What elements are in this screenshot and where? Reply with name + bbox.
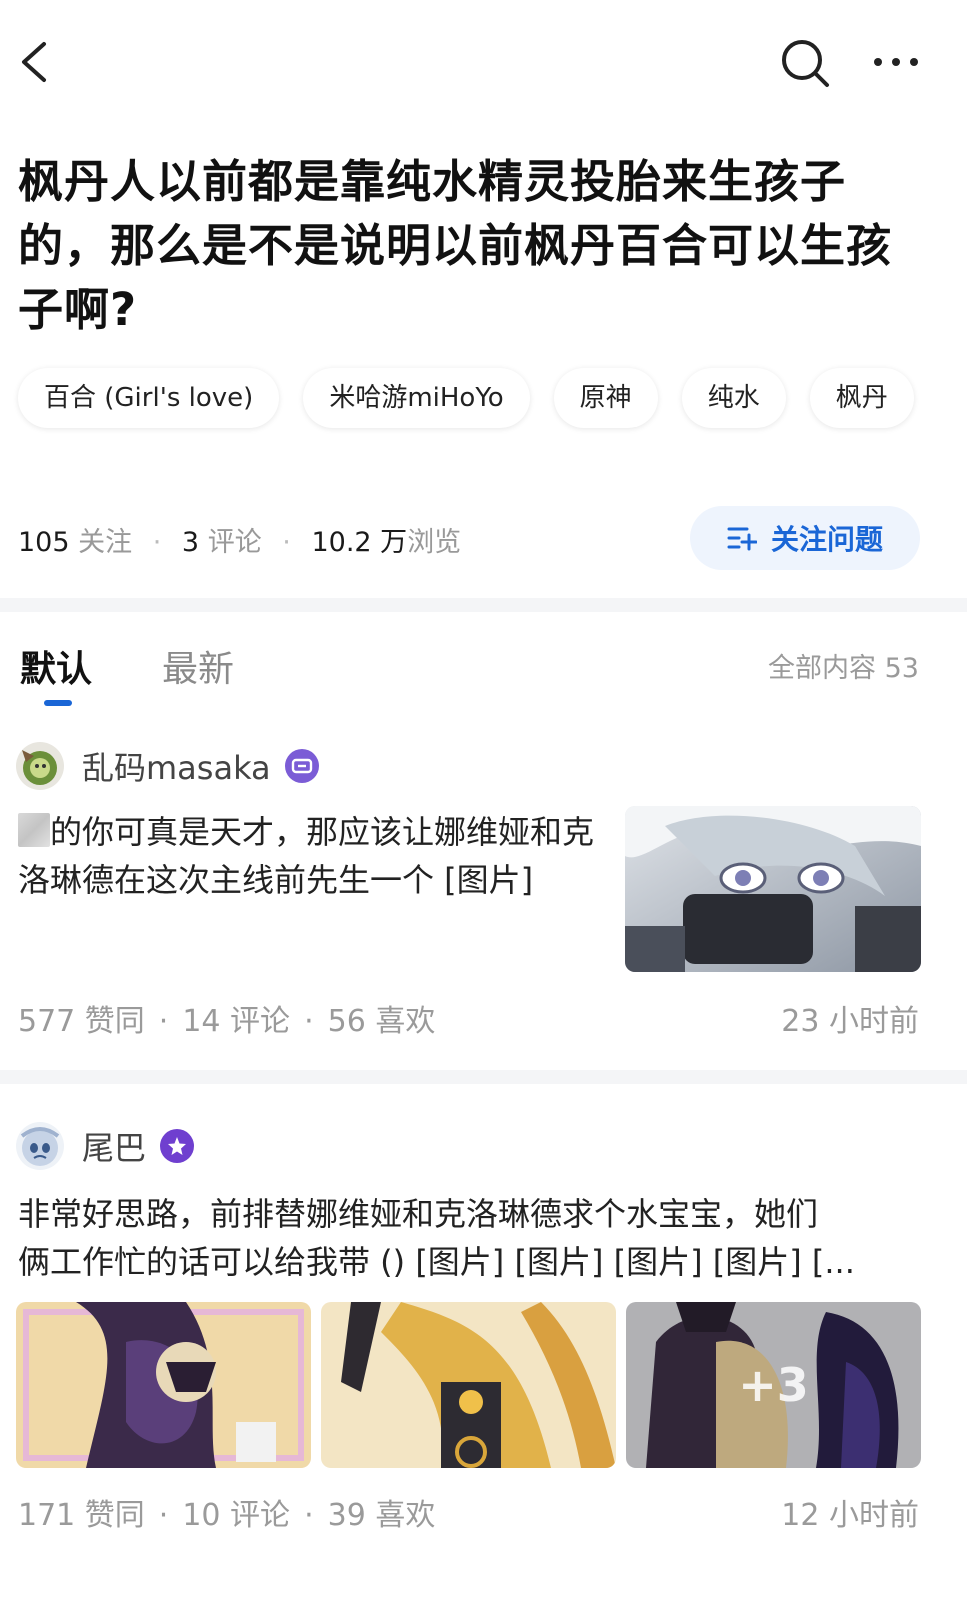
likes-count[interactable]: 171 赞同: [18, 1498, 145, 1533]
follow-question-label: 关注问题: [770, 523, 883, 556]
author-name[interactable]: 尾巴: [82, 1123, 146, 1169]
all-content-count[interactable]: 全部内容 53: [768, 646, 919, 685]
search-icon: [782, 40, 829, 87]
blurred-text: [18, 813, 50, 847]
answer-image-more[interactable]: +3: [626, 1302, 921, 1468]
question-stats: 105 关注 · 3 评论 · 10.2 万浏览: [18, 520, 461, 559]
avatar[interactable]: [16, 742, 64, 790]
answer-stats: 171 赞同 · 10 评论 · 39 喜欢: [18, 1490, 435, 1534]
follow-question-button[interactable]: 关注问题: [690, 506, 920, 570]
separator-dot: ·: [304, 1004, 314, 1039]
followers-label: 关注: [78, 527, 133, 558]
answer-text: 的你可真是天才，那应该让娜维娅和克洛琳德在这次主线前先生一个 [图片]: [18, 813, 595, 899]
comments-count: 3: [181, 527, 200, 558]
answer-time: 12 小时前: [781, 1498, 919, 1533]
tab-latest[interactable]: 最新: [162, 640, 234, 692]
separator-dot: ·: [158, 1004, 169, 1039]
topic-chip[interactable]: 原神: [553, 368, 658, 428]
search-button[interactable]: [778, 36, 832, 90]
more-button[interactable]: [870, 42, 922, 82]
answer-tabs: 默认 最新 全部内容 53: [0, 630, 967, 710]
views-count: 10.2 万: [311, 527, 408, 558]
add-list-icon: [727, 527, 757, 551]
answer-time: 23 小时前: [781, 1004, 919, 1039]
section-divider: [0, 598, 967, 612]
separator-dot: ·: [282, 527, 291, 558]
more-dots-icon: [874, 58, 918, 66]
views-label: 浏览: [407, 527, 462, 558]
favorites-count[interactable]: 56 喜欢: [328, 1004, 436, 1039]
comments-label: 评论: [207, 527, 262, 558]
answer-author[interactable]: 尾巴: [16, 1120, 195, 1172]
separator-dot: ·: [158, 1498, 169, 1533]
favorites-count[interactable]: 39 喜欢: [328, 1498, 436, 1533]
topic-chip[interactable]: 纯水: [681, 368, 786, 428]
answer-thumbnail[interactable]: [625, 806, 921, 972]
separator-dot: ·: [304, 1498, 314, 1533]
more-images-count: +3: [738, 1358, 809, 1412]
section-divider: [0, 1070, 967, 1084]
answer-stats: 577 赞同 · 14 评论 · 56 喜欢: [18, 996, 435, 1040]
avatar[interactable]: [16, 1122, 64, 1170]
answer-excerpt[interactable]: 的你可真是天才，那应该让娜维娅和克洛琳德在这次主线前先生一个 [图片]: [18, 808, 608, 904]
separator-dot: ·: [152, 527, 162, 558]
creator-badge-icon: [284, 749, 319, 783]
answer-image[interactable]: [16, 1302, 311, 1468]
topic-chip[interactable]: 米哈游miHoYo: [303, 368, 530, 428]
topic-list: 百合 (Girl's love) 米哈游miHoYo 原神 纯水 枫丹: [18, 368, 958, 430]
question-title: 枫丹人以前都是靠纯水精灵投胎来生孩子的，那么是不是说明以前枫丹百合可以生孩子啊?: [18, 155, 893, 336]
answer-excerpt[interactable]: 非常好思路，前排替娜维娅和克洛琳德求个水宝宝，她们 俩工作忙的话可以给我带 ()…: [18, 1190, 918, 1286]
answer-author[interactable]: 乱码masaka: [16, 740, 319, 792]
author-name[interactable]: 乱码masaka: [82, 743, 271, 789]
answer-text-line: 非常好思路，前排替娜维娅和克洛琳德求个水宝宝，她们: [18, 1195, 819, 1233]
topic-chip[interactable]: 百合 (Girl's love): [18, 368, 280, 428]
topic-chip[interactable]: 枫丹: [809, 368, 914, 428]
comments-count[interactable]: 10 评论: [182, 1498, 290, 1533]
answer-text-line: 俩工作忙的话可以给我带 () [图片] [图片] [图片] [图片] [...: [18, 1243, 855, 1281]
tab-default[interactable]: 默认: [20, 640, 92, 692]
chevron-left-icon: [22, 42, 46, 82]
back-button[interactable]: [14, 38, 58, 86]
answer-image[interactable]: [321, 1302, 616, 1468]
comments-count[interactable]: 14 评论: [182, 1004, 290, 1039]
top-bar: [0, 0, 967, 120]
star-badge-icon: [160, 1129, 195, 1163]
active-tab-indicator: [44, 700, 72, 706]
followers-count: 105: [18, 527, 70, 558]
likes-count[interactable]: 577 赞同: [18, 1004, 145, 1039]
